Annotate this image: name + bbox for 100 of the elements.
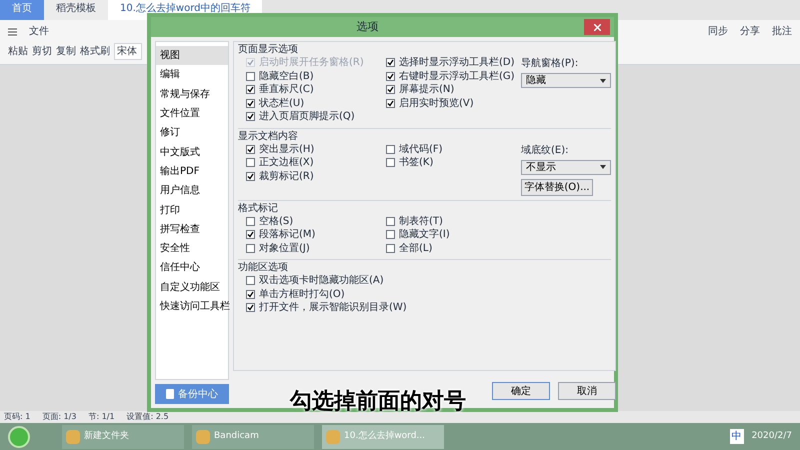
status-text: 设置值: 2.5 <box>126 411 169 423</box>
checkbox-label: 隐藏文字(I) <box>399 228 450 242</box>
checkbox[interactable] <box>386 216 395 226</box>
app-tab[interactable]: 稻壳模板 <box>44 0 108 20</box>
format-painter-button[interactable]: 格式刷 <box>80 44 110 59</box>
sidebar-item[interactable]: 自定义功能区 <box>156 278 228 297</box>
sidebar-item[interactable]: 快速访问工具栏 <box>156 296 228 316</box>
checkbox[interactable] <box>246 172 255 181</box>
checkbox[interactable] <box>246 158 255 168</box>
checkbox-label: 进入页眉页脚提示(Q) <box>259 110 355 124</box>
check-icon <box>247 146 254 153</box>
status-text: 页码: 1 <box>4 411 30 423</box>
checkbox[interactable] <box>386 85 395 94</box>
checkbox-label: 制表符(T) <box>399 214 443 228</box>
checkbox[interactable] <box>386 58 395 68</box>
checkbox[interactable] <box>246 276 255 286</box>
copy-button[interactable]: 复制 <box>56 44 76 59</box>
toolbar-item[interactable]: 批注 <box>772 24 792 39</box>
checkbox[interactable] <box>246 230 255 240</box>
checkbox[interactable] <box>386 158 395 168</box>
sidebar-item[interactable]: 用户信息 <box>156 181 228 200</box>
font-substitution-button[interactable]: 字体替换(O)... <box>521 178 593 196</box>
section-title: 页面显示选项 <box>238 42 299 56</box>
menu-icon[interactable] <box>8 28 17 36</box>
checkbox-label: 书签(K) <box>399 156 434 170</box>
checkbox[interactable] <box>246 112 255 122</box>
sidebar-item[interactable]: 视图 <box>156 46 228 66</box>
font-field[interactable]: 宋体 <box>114 43 142 60</box>
close-button[interactable] <box>584 19 610 35</box>
status-text: 节: 1/1 <box>88 411 115 423</box>
sidebar-item[interactable]: 编辑 <box>156 65 228 85</box>
app-icon <box>326 430 340 444</box>
toolbar-item[interactable]: 分享 <box>740 24 760 39</box>
field-label: 域底纹(E): <box>521 144 570 158</box>
dropdown[interactable]: 不显示 <box>521 160 611 174</box>
checkbox-label: 状态栏(U) <box>259 96 304 110</box>
checkbox[interactable] <box>246 290 255 299</box>
caret-icon <box>600 78 606 82</box>
close-icon <box>594 24 600 30</box>
check-icon <box>247 172 254 180</box>
subtitle-caption: 勾选掉前面的对号 <box>290 388 466 416</box>
checkbox[interactable] <box>386 244 395 253</box>
cut-button[interactable]: 剪切 <box>32 44 52 59</box>
checkbox-label: 正文边框(X) <box>259 156 314 170</box>
status-text: 页面: 1/3 <box>42 411 76 423</box>
sidebar-item[interactable]: 常规与保存 <box>156 84 228 104</box>
field-label: 导航窗格(P): <box>521 56 580 71</box>
checkbox-label: 对象位置(J) <box>259 242 310 256</box>
dialog-title: 选项 <box>356 18 380 35</box>
checkbox[interactable] <box>246 85 255 94</box>
checkbox-label: 选择时显示浮动工具栏(D) <box>399 56 515 70</box>
checkbox-label: 段落标记(M) <box>259 228 316 242</box>
sidebar-item[interactable]: 中文版式 <box>156 142 228 162</box>
paste-button[interactable]: 粘贴 <box>8 44 28 59</box>
ime-indicator[interactable]: 中 <box>730 429 744 444</box>
checkbox-label: 右键时显示浮动工具栏(G) <box>399 70 515 84</box>
check-icon <box>247 59 254 66</box>
dialog-button[interactable]: 取消 <box>558 382 616 400</box>
sidebar-item[interactable]: 拼写检查 <box>156 220 228 239</box>
sidebar-item[interactable]: 修订 <box>156 123 228 142</box>
sidebar-item[interactable]: 文件位置 <box>156 104 228 124</box>
sidebar-item[interactable]: 安全性 <box>156 238 228 258</box>
checkbox-label: 双击选项卡时隐藏功能区(A) <box>259 274 384 288</box>
checkbox-label: 域代码(F) <box>399 142 443 156</box>
checkbox-label: 启动时展开任务窗格(R) <box>259 56 364 70</box>
toolbar-item[interactable]: 同步 <box>708 24 728 39</box>
sidebar-item[interactable]: 信任中心 <box>156 258 228 278</box>
checkbox[interactable] <box>246 72 255 81</box>
checkbox-label: 单击方框时打勾(O) <box>259 288 345 302</box>
checkbox-label: 隐藏空白(B) <box>259 70 314 84</box>
checkbox[interactable] <box>246 144 255 154</box>
section-title: 功能区选项 <box>238 260 289 274</box>
dialog-button[interactable]: 确定 <box>492 382 550 400</box>
checkbox-label: 全部(L) <box>399 242 432 256</box>
checkbox[interactable] <box>246 244 255 253</box>
file-icon <box>166 389 174 399</box>
checkbox[interactable] <box>386 72 395 81</box>
app-icon <box>66 430 80 444</box>
section-title: 格式标记 <box>238 202 279 214</box>
checkbox-label: 打开文件，展示智能识别目录(W) <box>259 300 407 316</box>
section-title: 显示文档内容 <box>238 130 299 142</box>
checkbox-label: 垂直标尺(C) <box>259 82 314 98</box>
checkbox-label: 屏幕提示(N) <box>399 82 454 98</box>
checkbox[interactable] <box>386 144 395 154</box>
checkbox[interactable] <box>246 303 255 312</box>
sidebar-item[interactable]: 输出PDF <box>156 162 228 182</box>
checkbox-label: 突出显示(H) <box>259 142 314 156</box>
checkbox[interactable] <box>386 98 395 108</box>
start-button[interactable] <box>8 426 30 448</box>
file-menu[interactable]: 文件 <box>29 24 49 39</box>
checkbox[interactable] <box>246 98 255 108</box>
checkbox[interactable] <box>386 230 395 240</box>
checkbox[interactable] <box>246 216 255 226</box>
dropdown[interactable]: 隐藏 <box>521 73 611 88</box>
app-icon <box>196 430 210 444</box>
checkbox-label: 裁剪标记(R) <box>259 170 314 184</box>
check-icon <box>247 231 254 238</box>
sidebar-item[interactable]: 打印 <box>156 200 228 220</box>
caret-icon <box>600 165 606 169</box>
checkbox-label: 启用实时预览(V) <box>399 96 474 111</box>
